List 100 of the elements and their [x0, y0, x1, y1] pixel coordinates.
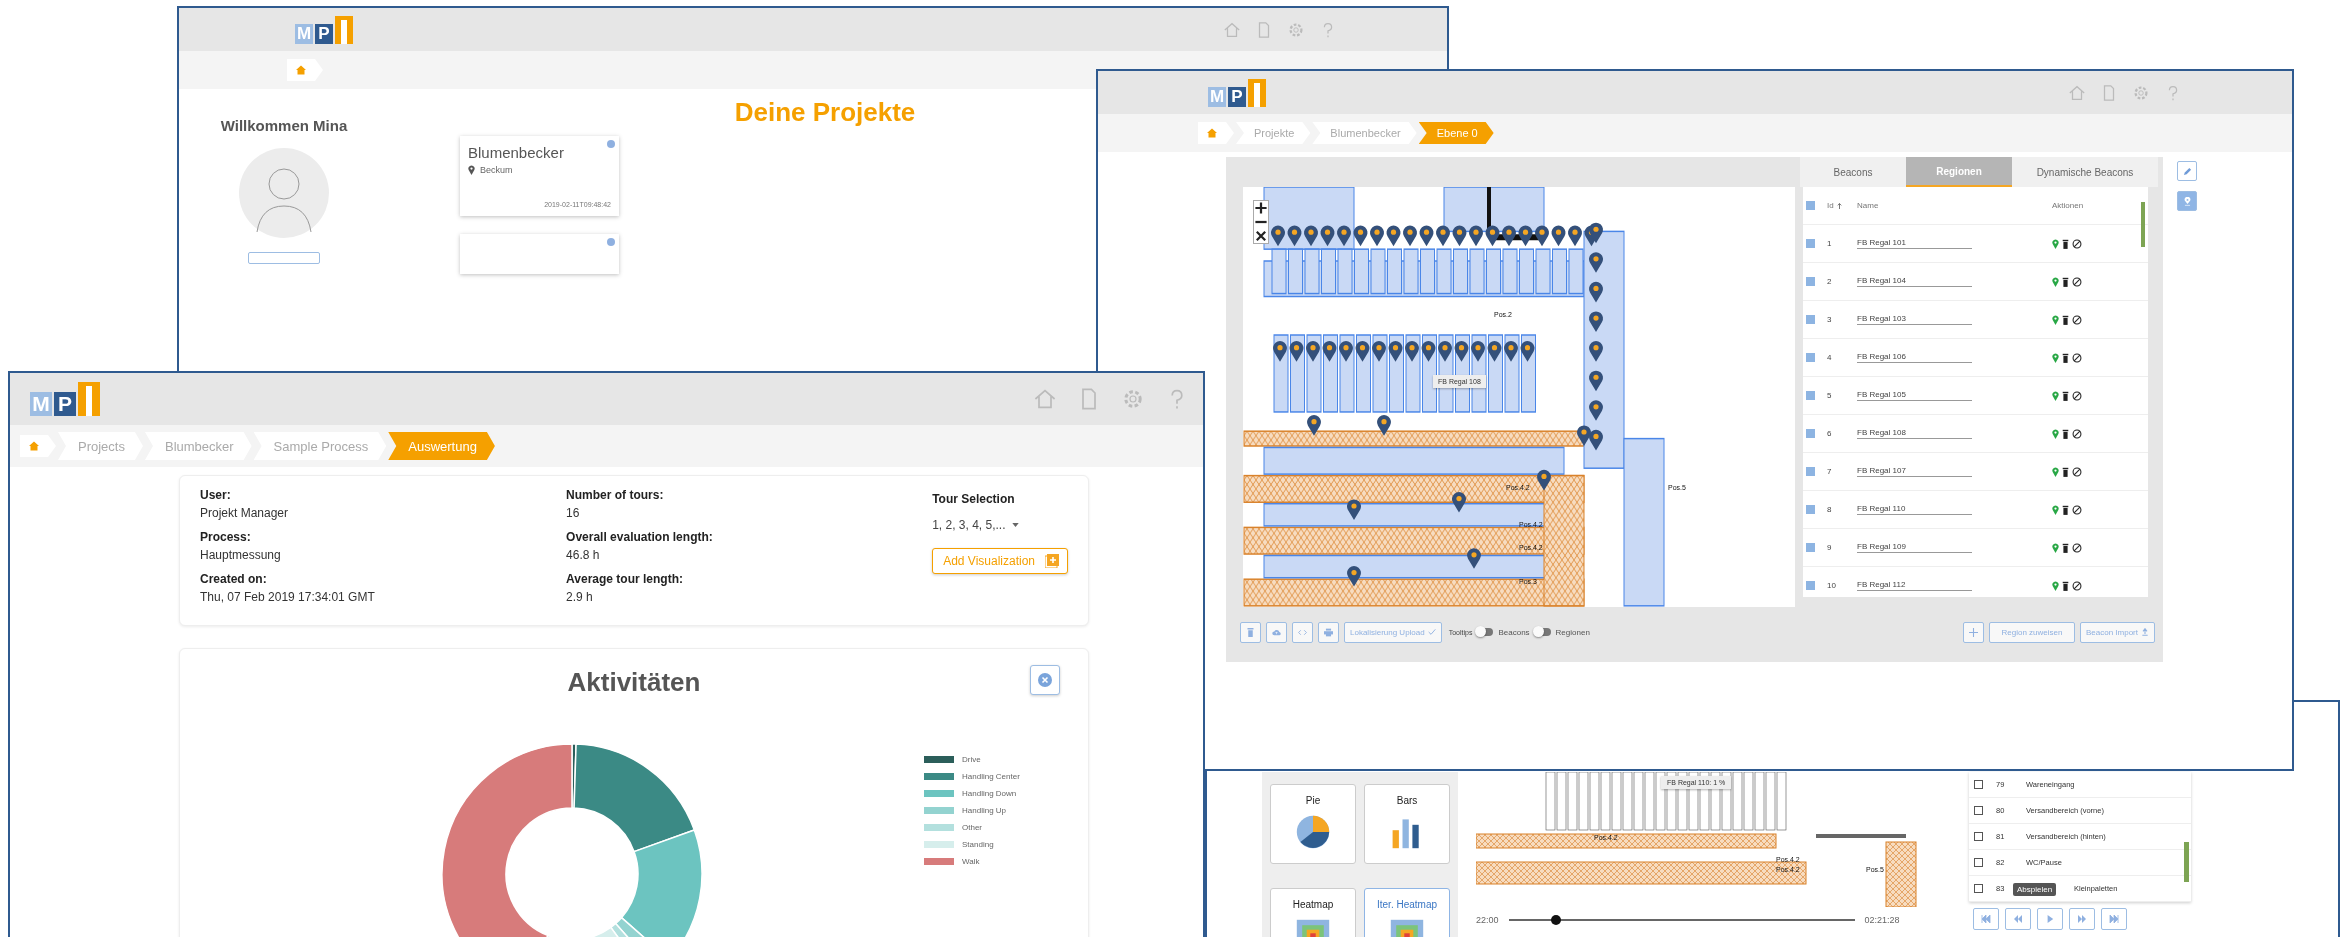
checkbox[interactable]: [1974, 806, 1983, 815]
name-input[interactable]: FB Regal 103: [1857, 314, 1972, 325]
home-icon[interactable]: [1033, 387, 1057, 411]
table-cell-text: 9: [1827, 543, 1833, 552]
row-checkbox[interactable]: [1806, 391, 1815, 400]
row-checkbox[interactable]: [1806, 277, 1815, 286]
name-input[interactable]: FB Regal 104: [1857, 276, 1972, 287]
legend-label: Handling Up: [962, 806, 1007, 815]
trash-icon[interactable]: [2062, 466, 2069, 477]
trash-icon: [1246, 627, 1255, 637]
trash-icon[interactable]: [2062, 390, 2069, 401]
checkbox[interactable]: [1974, 884, 1983, 893]
delete-button[interactable]: [1240, 621, 1261, 643]
name-input[interactable]: FB Regal 101: [1857, 238, 1972, 249]
checkbox[interactable]: [1974, 832, 1983, 841]
home-button[interactable]: [20, 435, 56, 457]
timeline-thumb[interactable]: [1550, 915, 1561, 925]
name-input[interactable]: FB Regal 106: [1857, 352, 1972, 363]
block-icon[interactable]: [2072, 466, 2082, 477]
block-icon[interactable]: [2072, 352, 2082, 363]
home-button[interactable]: [287, 59, 323, 81]
graph-style-button[interactable]: Pie: [1270, 784, 1356, 864]
logo: M P: [1208, 78, 1266, 107]
checkbox[interactable]: [1974, 858, 1983, 867]
code-button[interactable]: [1292, 621, 1313, 643]
graph-style-button[interactable]: Bars: [1364, 784, 1450, 864]
row-checkbox[interactable]: [1806, 505, 1815, 514]
table-cell-text: 10: [1827, 581, 1837, 590]
block-icon[interactable]: [2072, 542, 2082, 553]
column-header[interactable]: Id: [1827, 201, 1834, 210]
block-icon[interactable]: [2072, 504, 2082, 515]
scrollbar[interactable]: [2141, 202, 2145, 247]
play-icon: [2045, 915, 2055, 923]
table-cell-text: 7: [1827, 467, 1833, 476]
block-icon[interactable]: [2072, 580, 2082, 591]
trash-icon[interactable]: [2062, 504, 2069, 515]
row-checkbox[interactable]: [1806, 315, 1815, 324]
row-checkbox[interactable]: [1806, 353, 1815, 362]
tab[interactable]: Beacons: [1800, 157, 1906, 187]
fast-forward-button[interactable]: [2069, 908, 2095, 930]
name-input[interactable]: FB Regal 105: [1857, 390, 1972, 401]
row-checkbox[interactable]: [1806, 467, 1815, 476]
cloud-upload-button[interactable]: [1266, 621, 1287, 643]
field-value: Thu, 07 Feb 2019 17:34:01 GMT: [200, 590, 376, 604]
row-checkbox[interactable]: [1806, 429, 1815, 438]
row-checkbox[interactable]: [1806, 543, 1815, 552]
home-icon[interactable]: [1223, 20, 1241, 39]
trash-icon[interactable]: [2062, 314, 2069, 325]
select-all-checkbox[interactable]: [1806, 201, 1815, 210]
tab[interactable]: Dynamische Beacons: [2012, 157, 2158, 187]
rewind-button[interactable]: [2005, 908, 2031, 930]
rewind-icon: [2013, 915, 2023, 923]
print-button[interactable]: [1318, 621, 1339, 643]
skip-start-button[interactable]: [1973, 908, 1999, 930]
trash-icon[interactable]: [2062, 238, 2069, 249]
zoom-in-icon[interactable]: [1254, 201, 1268, 215]
trash-icon[interactable]: [2062, 352, 2069, 363]
info-icon[interactable]: [607, 238, 615, 246]
trash-icon[interactable]: [2062, 542, 2069, 553]
name-input[interactable]: FB Regal 110: [1857, 504, 1972, 515]
toggle-label: Beacons: [1498, 627, 1530, 637]
toggle-switch[interactable]: [1534, 628, 1551, 636]
toggle-switch[interactable]: [1477, 628, 1494, 636]
block-icon[interactable]: [2072, 238, 2082, 249]
row-checkbox[interactable]: [1806, 239, 1815, 248]
skip-start-icon: [1981, 915, 1991, 923]
trash-icon[interactable]: [2062, 276, 2069, 287]
table-cell-text: 1: [1827, 239, 1833, 248]
block-icon[interactable]: [2072, 314, 2082, 325]
info-icon[interactable]: [607, 140, 615, 148]
block-icon[interactable]: [2072, 428, 2082, 439]
close-button[interactable]: [1030, 665, 1060, 695]
sort-arrow-icon[interactable]: [1836, 202, 1842, 209]
skip-end-button[interactable]: [2101, 908, 2127, 930]
scrollbar[interactable]: [2184, 842, 2189, 882]
home-button[interactable]: [1198, 122, 1234, 144]
name-input[interactable]: FB Regal 107: [1857, 466, 1972, 477]
checkbox[interactable]: [1974, 780, 1983, 789]
play-button[interactable]: [2037, 908, 2063, 930]
settings-icon[interactable]: [1121, 387, 1145, 411]
project-location: Beckum: [480, 165, 513, 175]
edit-button[interactable]: [2177, 161, 2197, 181]
fit-view-icon[interactable]: [1254, 229, 1268, 243]
row-checkbox[interactable]: [1806, 581, 1815, 590]
block-icon[interactable]: [2072, 390, 2082, 401]
name-input[interactable]: FB Regal 109: [1857, 542, 1972, 553]
graph-style-button[interactable]: Iter. Heatmap: [1364, 888, 1450, 937]
add-button[interactable]: [1962, 621, 1984, 643]
home-icon[interactable]: [2068, 83, 2086, 102]
block-icon[interactable]: [2072, 276, 2082, 287]
table-cell-text: 6: [1827, 429, 1833, 438]
profile-button[interactable]: [248, 252, 320, 264]
tour-selection-dropdown[interactable]: 1, 2, 3, 4, 5,...: [932, 518, 1019, 532]
graph-style-button[interactable]: Heatmap: [1270, 888, 1356, 937]
place-pin-button[interactable]: [2177, 191, 2197, 211]
name-input[interactable]: FB Regal 108: [1857, 428, 1972, 439]
project-name: Blumenbecker: [468, 144, 565, 161]
name-input[interactable]: FB Regal 112: [1857, 580, 1972, 591]
trash-icon[interactable]: [2062, 580, 2069, 591]
trash-icon[interactable]: [2062, 428, 2069, 439]
